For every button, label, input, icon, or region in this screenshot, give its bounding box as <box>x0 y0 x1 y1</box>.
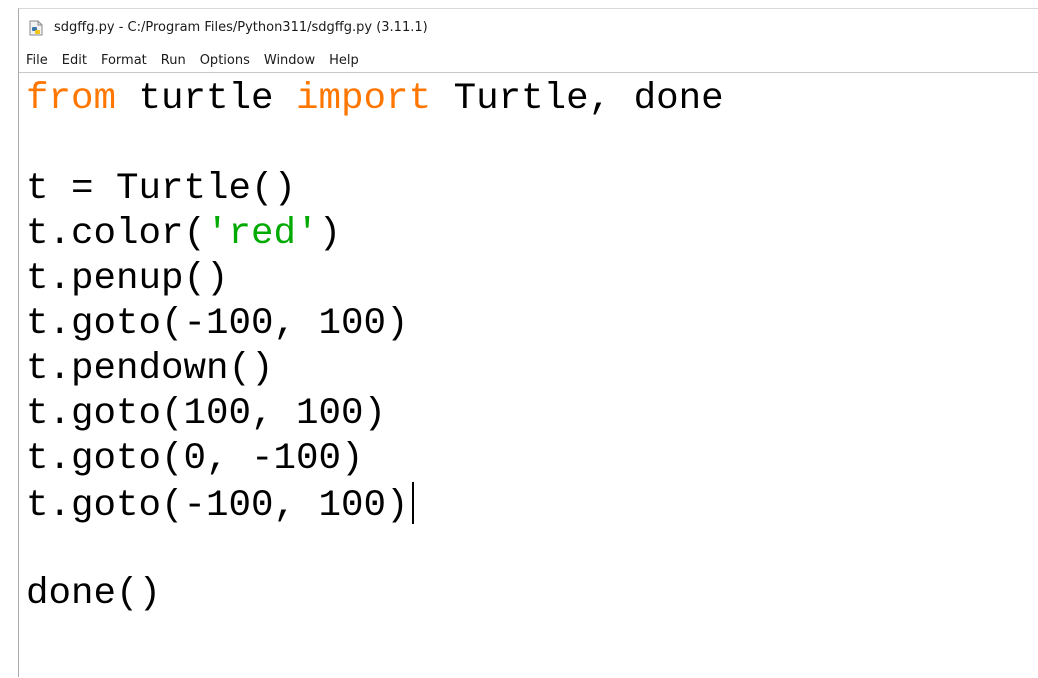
code-token: ) <box>318 213 342 255</box>
menu-run[interactable]: Run <box>154 53 193 68</box>
code-token: t.pendown() <box>26 348 274 390</box>
string-token: 'red' <box>206 213 319 255</box>
text-cursor <box>411 482 414 524</box>
code-line[interactable]: ​ <box>26 122 724 167</box>
code-line[interactable]: t.goto(-100, 100) <box>26 302 724 347</box>
keyword-token: import <box>296 78 432 120</box>
code-line[interactable]: from turtle import Turtle, done <box>26 77 724 122</box>
idle-editor-window: sdgffg.py - C:/Program Files/Python311/s… <box>18 8 1038 678</box>
code-token: t.goto(-100, 100) <box>26 485 409 527</box>
code-token: t.goto(100, 100) <box>26 393 387 435</box>
title-bar[interactable]: sdgffg.py - C:/Program Files/Python311/s… <box>19 9 1038 47</box>
menu-file[interactable]: File <box>19 53 55 68</box>
code-token: t.color( <box>26 213 207 255</box>
menu-bar: File Edit Format Run Options Window Help <box>19 49 1038 71</box>
code-line[interactable]: t.pendown() <box>26 347 724 392</box>
code-line[interactable]: t.goto(0, -100) <box>26 437 724 482</box>
code-token: t.penup() <box>26 258 229 300</box>
python-file-icon <box>29 20 43 36</box>
code-token: Turtle, done <box>431 78 724 120</box>
menu-help[interactable]: Help <box>322 53 366 68</box>
code-line[interactable]: ​ <box>26 527 724 572</box>
menu-format[interactable]: Format <box>94 53 154 68</box>
menu-window[interactable]: Window <box>257 53 322 68</box>
keyword-token: from <box>26 78 117 120</box>
code-line[interactable]: done() <box>26 572 724 617</box>
menu-divider <box>19 72 1038 73</box>
code-token: t = Turtle() <box>26 168 297 210</box>
code-line[interactable]: t = Turtle() <box>26 167 724 212</box>
code-line[interactable]: t.goto(-100, 100) <box>26 482 724 527</box>
menu-edit[interactable]: Edit <box>55 53 94 68</box>
code-text-area[interactable]: from turtle import Turtle, done​t = Turt… <box>26 77 724 617</box>
window-title: sdgffg.py - C:/Program Files/Python311/s… <box>54 20 428 35</box>
code-line[interactable]: t.penup() <box>26 257 724 302</box>
code-editor[interactable]: from turtle import Turtle, done​t = Turt… <box>19 75 1038 678</box>
code-line[interactable]: t.goto(100, 100) <box>26 392 724 437</box>
code-token: t.goto(0, -100) <box>26 438 364 480</box>
code-token: turtle <box>116 78 297 120</box>
code-line[interactable]: t.color('red') <box>26 212 724 257</box>
code-token: done() <box>26 573 162 615</box>
menu-options[interactable]: Options <box>193 53 257 68</box>
code-token: t.goto(-100, 100) <box>26 303 409 345</box>
